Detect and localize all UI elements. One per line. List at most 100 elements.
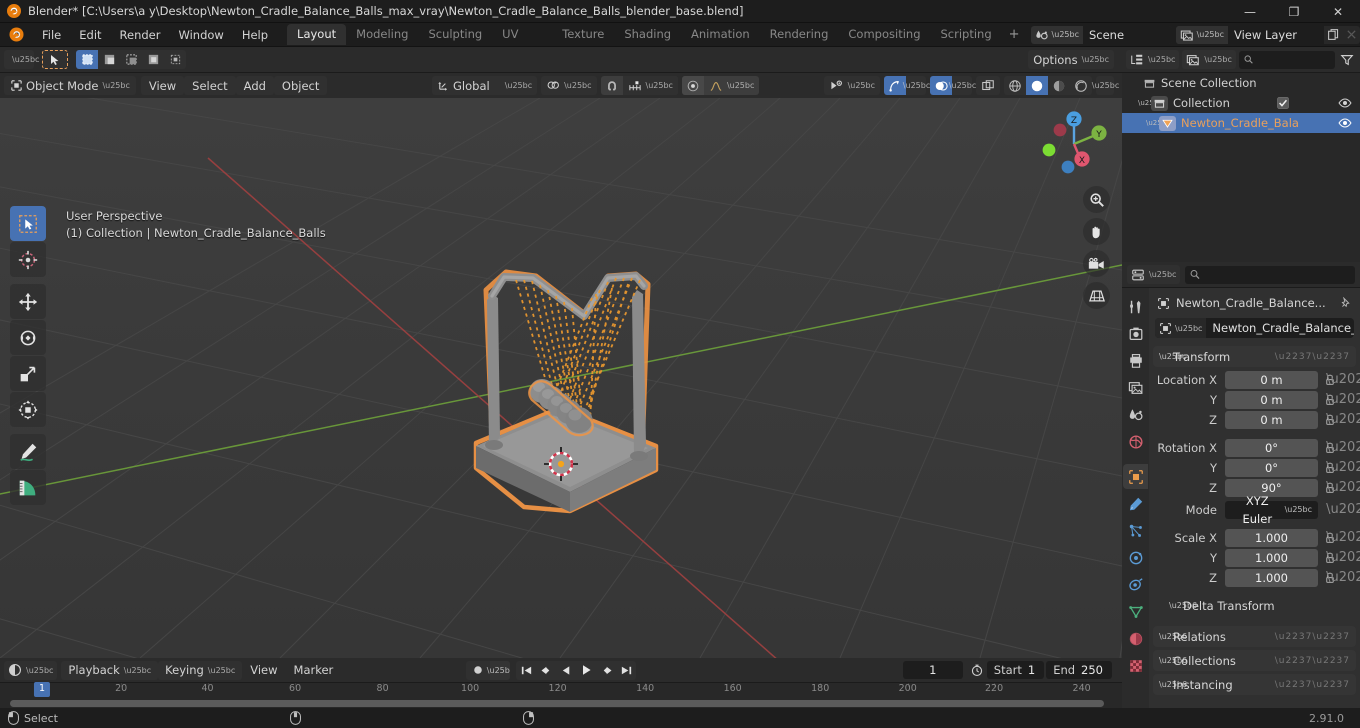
timeline-menu-playback[interactable]: Playback \u25bc <box>61 660 159 680</box>
object-visibility-eye-icon[interactable] <box>1336 116 1354 130</box>
animate-dot-icon[interactable]: \u2022 <box>1326 570 1360 585</box>
texture-tab[interactable] <box>1123 653 1148 678</box>
menu-render[interactable]: Render <box>111 25 170 45</box>
scale-y-field[interactable]: 1.000 <box>1225 548 1318 567</box>
navigation-gizmo[interactable]: Z Y X <box>1036 106 1112 182</box>
tab-layout[interactable]: Layout <box>287 24 347 45</box>
animate-dot-icon[interactable]: \u2022 <box>1326 412 1360 427</box>
timeline-playhead[interactable]: 1 <box>34 682 51 697</box>
outliner-search-box[interactable] <box>1238 50 1335 69</box>
jump-to-start-button[interactable] <box>516 661 536 680</box>
annotate-tool[interactable] <box>10 434 46 469</box>
rotate-tool[interactable] <box>10 320 46 355</box>
play-reverse-button[interactable] <box>556 661 576 680</box>
outliner-filter-view-layer-dropdown[interactable]: \u25bc <box>1182 50 1236 69</box>
outliner-row-scene-collection[interactable]: Scene Collection <box>1122 73 1360 93</box>
menu-edit[interactable]: Edit <box>70 25 110 45</box>
scene-browse-icon[interactable]: \u25bc <box>1030 25 1083 44</box>
timeline-menu-marker[interactable]: Marker <box>286 661 342 680</box>
expand-triangle-icon[interactable]: \u25b6 <box>1146 119 1171 127</box>
physics-tab[interactable] <box>1123 545 1148 570</box>
object-id-block[interactable]: \u25bc Newton_Cradle_Balance_Ba... <box>1155 318 1354 338</box>
scale-z-field[interactable]: 1.000 <box>1225 568 1318 587</box>
object-tab[interactable] <box>1123 464 1148 489</box>
view-layer-selector[interactable]: \u25bc View Layer <box>1175 25 1360 44</box>
solid-shading-icon[interactable] <box>1026 76 1048 95</box>
tab-sculpting[interactable]: Sculpting <box>418 24 492 45</box>
delta-transform-panel-header[interactable]: \u25b6 Delta Transform <box>1153 595 1356 616</box>
tweak-mode-button[interactable] <box>42 50 68 69</box>
menu-help[interactable]: Help <box>233 25 277 45</box>
tab-rendering[interactable]: Rendering <box>760 24 839 45</box>
timeline-editor-type-dropdown[interactable]: \u25bc <box>4 660 58 680</box>
view-layer-name-field[interactable]: View Layer <box>1228 25 1324 44</box>
tab-scripting[interactable]: Scripting <box>931 24 1002 45</box>
select-invert-icon[interactable] <box>142 50 164 69</box>
modifier-tab[interactable] <box>1123 491 1148 516</box>
viewport-canvas[interactable]: User Perspective (1) Collection | Newton… <box>0 98 1122 658</box>
pivot-point-dropdown[interactable]: \u25bc <box>541 76 597 95</box>
outliner-row-collection[interactable]: \u25bc Collection <box>1122 93 1360 113</box>
relations-panel-header[interactable]: \u25b6 Relations \u2237\u2237 <box>1153 626 1356 647</box>
tab-texture-paint[interactable]: Texture Paint <box>552 24 614 62</box>
material-tab[interactable] <box>1123 626 1148 651</box>
menu-file[interactable]: File <box>33 25 70 45</box>
frame-start-field[interactable]: Start 1 <box>986 661 1045 679</box>
timeline-scrollbar[interactable] <box>10 700 1104 707</box>
add-workspace-button[interactable]: + <box>1002 27 1027 42</box>
options-button[interactable]: Options \u25bc <box>1028 50 1114 69</box>
location-x-field[interactable]: 0 m <box>1225 370 1318 389</box>
auto-keying-dropdown[interactable]: \u25bc <box>487 660 510 680</box>
xray-toggle-button[interactable] <box>976 76 1000 95</box>
properties-search-box[interactable] <box>1185 265 1355 284</box>
tab-uv-editing[interactable]: UV Editing <box>492 24 552 62</box>
jump-to-next-keyframe-button[interactable] <box>596 661 616 680</box>
wireframe-shading-icon[interactable] <box>1004 76 1026 95</box>
animate-dot-icon[interactable]: \u2022 <box>1326 530 1360 545</box>
current-frame-field[interactable]: 1 <box>902 661 963 679</box>
animate-dot-icon[interactable]: \u2022 <box>1326 372 1360 387</box>
pan-hand-icon[interactable] <box>1083 218 1110 245</box>
object-mode-dropdown[interactable]: Object Mode \u25bc <box>4 76 136 95</box>
outliner-search-input[interactable] <box>1257 53 1330 66</box>
remove-view-layer-icon[interactable] <box>1342 26 1360 44</box>
animate-dot-icon[interactable]: \u2022 <box>1326 502 1360 517</box>
scale-tool[interactable] <box>10 356 46 391</box>
render-tab[interactable] <box>1123 321 1148 346</box>
snap-target-dropdown[interactable]: \u25bc <box>622 76 678 95</box>
particles-tab[interactable] <box>1123 518 1148 543</box>
tool-tab[interactable] <box>1123 294 1148 319</box>
timeline-ruler[interactable]: 20 40 60 80 100 120 140 160 180 200 220 240 1 <box>0 682 1122 698</box>
outliner-filter-icon[interactable] <box>1338 51 1356 69</box>
viewport-menu-select[interactable]: Select <box>184 76 236 95</box>
animate-dot-icon[interactable]: \u2022 <box>1326 460 1360 475</box>
world-tab[interactable] <box>1123 429 1148 454</box>
tweak-tool[interactable] <box>10 206 46 241</box>
panel-expand-triangle-icon[interactable]: \u25bc <box>1159 352 1186 361</box>
zoom-icon[interactable] <box>1083 186 1110 213</box>
measure-tool[interactable] <box>10 470 46 505</box>
minimize-button[interactable]: — <box>1228 0 1272 23</box>
select-subtract-icon[interactable] <box>120 50 142 69</box>
panel-expand-triangle-icon[interactable]: \u25b6 <box>1159 680 1187 689</box>
rotation-y-field[interactable]: 0° <box>1225 458 1318 477</box>
editor-type-button[interactable]: \u25bc <box>4 50 39 69</box>
tab-modeling[interactable]: Modeling <box>346 24 418 45</box>
timeline-scrollbar-area[interactable] <box>0 699 1114 708</box>
select-mode-group[interactable] <box>76 50 186 69</box>
proportional-edit-icon[interactable] <box>681 76 704 95</box>
panel-expand-triangle-icon[interactable]: \u25b6 <box>1159 632 1187 641</box>
animate-dot-icon[interactable]: \u2022 <box>1326 392 1360 407</box>
instancing-panel-header[interactable]: \u25b6 Instancing \u2237\u2237 <box>1153 674 1356 695</box>
jump-to-previous-keyframe-button[interactable] <box>536 661 556 680</box>
scene-name-field[interactable]: Scene <box>1082 25 1172 44</box>
shading-mode-group[interactable] <box>1004 76 1092 95</box>
shading-dropdown[interactable]: \u25bc <box>1092 76 1119 95</box>
object-name-field[interactable]: Newton_Cradle_Balance_Ba... <box>1206 318 1354 338</box>
use-preview-range-icon[interactable] <box>967 663 987 677</box>
select-set-icon[interactable] <box>76 50 98 69</box>
viewport-menu-object[interactable]: Object <box>273 76 328 95</box>
overlays-dropdown[interactable]: \u25bc <box>949 76 976 95</box>
blender-menu-icon[interactable] <box>8 26 25 43</box>
scene-tab[interactable] <box>1123 402 1148 427</box>
